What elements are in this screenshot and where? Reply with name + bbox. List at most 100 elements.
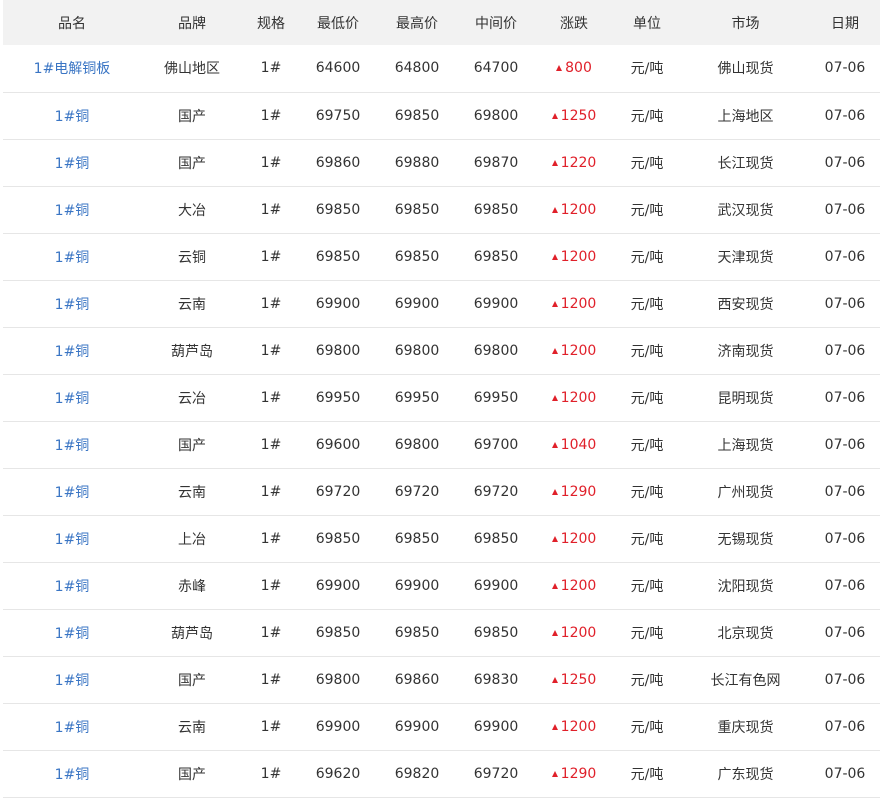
- unit-cell: 元/吨: [630, 155, 664, 172]
- brand-cell: 赤峰: [178, 578, 206, 595]
- change-value: 1200: [560, 624, 597, 641]
- table-row: 1#铜 云南 1# 69900 69900 69900 1200 元/吨 西安现货 07-06: [3, 280, 880, 327]
- product-link[interactable]: 1#铜: [55, 297, 90, 313]
- low-price-cell: 69900: [315, 718, 361, 735]
- date-cell: 07-06: [824, 436, 866, 453]
- table-row: 1#铜 国产 1# 69860 69880 69870 1220 元/吨 长江现货 07-06: [3, 139, 880, 186]
- product-cell: 1#铜: [3, 562, 141, 609]
- market-cell: 上海地区: [717, 108, 774, 125]
- header-product: 品名: [58, 15, 86, 32]
- low-price-cell: 69850: [315, 248, 361, 265]
- product-link[interactable]: 1#铜: [55, 532, 90, 548]
- unit-cell: 元/吨: [630, 719, 664, 736]
- product-link[interactable]: 1#铜: [55, 109, 90, 125]
- spec-cell: 1#: [260, 718, 282, 735]
- product-cell: 1#铜: [3, 421, 141, 468]
- product-cell: 1#铜: [3, 515, 141, 562]
- brand-cell: 国产: [178, 672, 206, 689]
- product-link[interactable]: 1#铜: [55, 391, 90, 407]
- table-row: 1#铜 国产 1# 69750 69850 69800 1250 元/吨 上海地区 07-06: [3, 92, 880, 139]
- brand-cell: 葫芦岛: [171, 343, 213, 360]
- table-body: 1#电解铜板 佛山地区 1# 64600 64800 64700 800 元/吨 佛山现货 07-…: [3, 45, 880, 797]
- high-price-cell: 69850: [394, 107, 440, 124]
- change-value: 1200: [560, 718, 597, 735]
- table-row: 1#铜 大冶 1# 69850 69850 69850 1200 元/吨 武汉现货 07-06: [3, 186, 880, 233]
- spec-cell: 1#: [260, 248, 282, 265]
- table-row: 1#铜 葫芦岛 1# 69800 69800 69800 1200 元/吨 济南现货 07-06: [3, 327, 880, 374]
- header-spec: 规格: [257, 15, 285, 32]
- high-price-cell: 69850: [394, 624, 440, 641]
- date-cell: 07-06: [824, 718, 866, 735]
- mid-price-cell: 69950: [473, 389, 519, 406]
- mid-price-cell: 69850: [473, 201, 519, 218]
- spec-cell: 1#: [260, 624, 282, 641]
- change-cell: 1200: [535, 186, 613, 233]
- unit-cell: 元/吨: [630, 296, 664, 313]
- product-cell: 1#铜: [3, 656, 141, 703]
- market-cell: 广州现货: [717, 484, 774, 501]
- market-cell: 重庆现货: [717, 719, 774, 736]
- up-arrow-icon: [551, 394, 558, 401]
- spec-cell: 1#: [260, 154, 282, 171]
- market-cell: 无锡现货: [717, 531, 774, 548]
- date-cell: 07-06: [824, 248, 866, 265]
- brand-cell: 上冶: [178, 531, 206, 548]
- table-row: 1#铜 云冶 1# 69950 69950 69950 1200 元/吨 昆明现货 07-06: [3, 374, 880, 421]
- low-price-cell: 69850: [315, 624, 361, 641]
- change-cell: 1290: [535, 468, 613, 515]
- spec-cell: 1#: [260, 671, 282, 688]
- header-change: 涨跌: [560, 15, 588, 32]
- product-cell: 1#电解铜板: [3, 45, 141, 92]
- up-arrow-icon: [551, 159, 558, 166]
- header-low-price: 最低价: [317, 15, 359, 32]
- product-link[interactable]: 1#铜: [55, 579, 90, 595]
- up-arrow-icon: [551, 629, 558, 636]
- date-cell: 07-06: [824, 577, 866, 594]
- date-cell: 07-06: [824, 671, 866, 688]
- unit-cell: 元/吨: [630, 343, 664, 360]
- date-cell: 07-06: [824, 530, 866, 547]
- high-price-cell: 69900: [394, 295, 440, 312]
- brand-cell: 云南: [178, 296, 206, 313]
- price-table: 品名 品牌 规格 最低价 最高价 中间价 涨跌 单位 市场 日期 1#电解铜板 佛…: [3, 0, 880, 798]
- product-link[interactable]: 1#铜: [55, 203, 90, 219]
- product-link[interactable]: 1#铜: [55, 344, 90, 360]
- market-cell: 昆明现货: [717, 390, 774, 407]
- up-arrow-icon: [551, 347, 558, 354]
- market-cell: 长江现货: [717, 155, 774, 172]
- product-link[interactable]: 1#铜: [55, 485, 90, 501]
- unit-cell: 元/吨: [630, 61, 664, 78]
- product-link[interactable]: 1#铜: [55, 438, 90, 454]
- high-price-cell: 69880: [394, 154, 440, 171]
- up-arrow-icon: [551, 206, 558, 213]
- brand-cell: 云铜: [178, 249, 206, 266]
- unit-cell: 元/吨: [630, 249, 664, 266]
- mid-price-cell: 69850: [473, 248, 519, 265]
- table-row: 1#铜 云南 1# 69720 69720 69720 1290 元/吨 广州现货 07-06: [3, 468, 880, 515]
- spec-cell: 1#: [260, 530, 282, 547]
- product-cell: 1#铜: [3, 374, 141, 421]
- spec-cell: 1#: [260, 389, 282, 406]
- product-link[interactable]: 1#铜: [55, 250, 90, 266]
- change-value: 1290: [560, 765, 597, 782]
- change-cell: 1200: [535, 609, 613, 656]
- product-link[interactable]: 1#铜: [55, 767, 90, 783]
- product-link[interactable]: 1#铜: [55, 626, 90, 642]
- product-link[interactable]: 1#铜: [55, 720, 90, 736]
- header-brand: 品牌: [178, 15, 206, 32]
- high-price-cell: 69850: [394, 201, 440, 218]
- low-price-cell: 69900: [315, 577, 361, 594]
- product-link[interactable]: 1#铜: [55, 156, 90, 172]
- product-link[interactable]: 1#铜: [55, 673, 90, 689]
- change-cell: 1200: [535, 280, 613, 327]
- up-arrow-icon: [551, 676, 558, 683]
- table-row: 1#铜 赤峰 1# 69900 69900 69900 1200 元/吨 沈阳现货 07-06: [3, 562, 880, 609]
- low-price-cell: 69850: [315, 530, 361, 547]
- mid-price-cell: 69850: [473, 624, 519, 641]
- brand-cell: 国产: [178, 108, 206, 125]
- high-price-cell: 69850: [394, 530, 440, 547]
- mid-price-cell: 69900: [473, 718, 519, 735]
- date-cell: 07-06: [824, 107, 866, 124]
- product-link[interactable]: 1#电解铜板: [34, 61, 111, 77]
- low-price-cell: 69900: [315, 295, 361, 312]
